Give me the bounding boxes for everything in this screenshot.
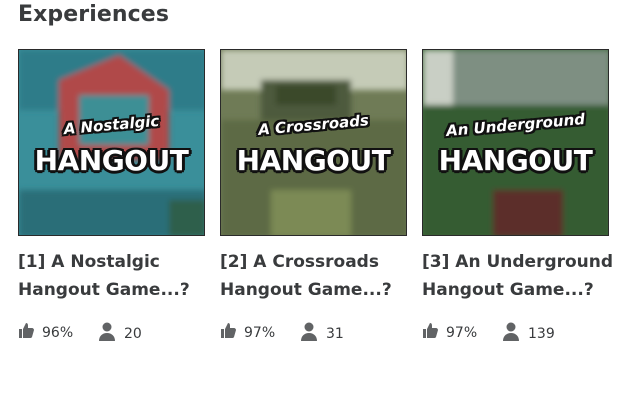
person-icon	[300, 322, 326, 345]
player-count: 139	[528, 325, 555, 342]
game-title[interactable]: [3] An Underground Hangout Game...?	[422, 248, 622, 304]
player-count: 20	[124, 325, 142, 342]
vote-stat: 96%	[18, 322, 73, 343]
vote-percentage: 96%	[42, 324, 74, 341]
thumbs-up-icon	[220, 322, 244, 343]
game-thumbnail[interactable]: A Crossroads HANGOUT	[220, 49, 407, 236]
player-stat: 20	[98, 322, 142, 345]
experiences-page: Experiences A Nostalgic HANGOUT [1] A No…	[0, 0, 626, 406]
vote-percentage: 97%	[244, 324, 276, 341]
player-count: 31	[326, 325, 344, 342]
thumbs-up-icon	[18, 322, 42, 343]
game-card-1[interactable]: A Nostalgic HANGOUT [1] A Nostalgic Hang…	[18, 49, 205, 342]
thumbnail-main-text: HANGOUT	[236, 144, 391, 177]
vote-stat: 97%	[220, 322, 275, 343]
vote-percentage: 97%	[446, 324, 478, 341]
game-stats: 96% 20	[18, 322, 205, 342]
game-card-3[interactable]: An Underground HANGOUT [3] An Undergroun…	[422, 49, 613, 342]
section-title: Experiences	[18, 2, 170, 27]
game-stats: 97% 31	[220, 322, 407, 342]
game-stats: 97% 139	[422, 322, 609, 342]
person-icon	[98, 322, 124, 345]
game-thumbnail[interactable]: An Underground HANGOUT	[422, 49, 609, 236]
game-title[interactable]: [1] A Nostalgic Hangout Game...?	[18, 248, 218, 304]
thumbs-up-icon	[422, 322, 446, 343]
player-stat: 31	[300, 322, 344, 345]
person-icon	[502, 322, 528, 345]
vote-stat: 97%	[422, 322, 477, 343]
thumbnail-main-text: HANGOUT	[438, 144, 593, 177]
player-stat: 139	[502, 322, 555, 345]
game-thumbnail[interactable]: A Nostalgic HANGOUT	[18, 49, 205, 236]
thumbnail-main-text: HANGOUT	[34, 144, 189, 177]
game-card-2[interactable]: A Crossroads HANGOUT [2] A Crossroads Ha…	[220, 49, 407, 342]
game-title[interactable]: [2] A Crossroads Hangout Game...?	[220, 248, 420, 304]
